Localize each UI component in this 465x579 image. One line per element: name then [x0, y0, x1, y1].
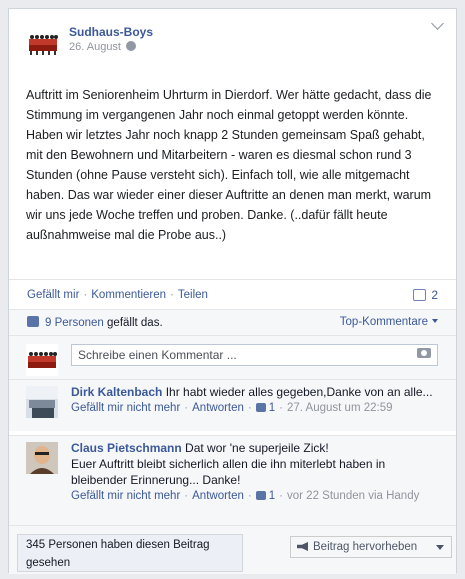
commenter-avatar[interactable] — [26, 442, 58, 474]
post-options-chevron-icon[interactable] — [431, 17, 444, 30]
comment-item: Claus Pietschmann Dat wor 'ne superjeile… — [9, 435, 456, 525]
post-card: Sudhaus-Boys 26. August Auftritt im Seni… — [8, 8, 457, 574]
likes-suffix: gefällt das. — [107, 317, 163, 329]
share-link[interactable]: Teilen — [178, 289, 208, 301]
comment-author-link[interactable]: Dirk Kaltenbach — [71, 385, 162, 399]
megaphone-icon — [297, 542, 308, 551]
post-text: Auftritt im Seniorenheim Uhrturm in Dier… — [26, 88, 435, 242]
comment-compose-row — [9, 335, 456, 379]
comment-time[interactable]: vor 22 Stunden via — [287, 490, 383, 502]
user-avatar — [26, 344, 58, 376]
comment-meta: Gefällt mir nicht mehr · Antworten · 1 · 27. A… — [71, 400, 441, 416]
post-footer: 345 Personen haben diesen Beitrag gesehe… — [9, 525, 456, 574]
comment-text: Ihr habt wieder alles gegeben,Danke von … — [165, 385, 433, 399]
comment-likes[interactable]: 1 — [255, 490, 275, 502]
separator-dot: · — [247, 490, 252, 502]
likes-summary: 9 Personen gefällt das. — [27, 316, 163, 329]
share-count-value: 2 — [431, 288, 438, 302]
separator-dot: · — [184, 490, 189, 502]
comment-via: Handy — [386, 490, 420, 502]
chevron-down-icon — [432, 319, 438, 323]
comment-reply-link[interactable]: Antworten — [192, 402, 244, 414]
comment-unlike-link[interactable]: Gefällt mir nicht mehr — [71, 490, 180, 502]
comment-body: Claus Pietschmann Dat wor 'ne superjeile… — [71, 440, 441, 504]
promote-post-button[interactable]: Beitrag hervorheben — [290, 536, 452, 558]
top-comments-dropdown[interactable]: Top-Kommentare — [340, 316, 438, 328]
separator-dot: · — [184, 402, 189, 414]
comment-input[interactable] — [71, 344, 438, 366]
thumbs-up-icon — [255, 403, 266, 412]
globe-icon — [126, 41, 136, 51]
comment-body: Dirk Kaltenbach Ihr habt wieder alles ge… — [71, 384, 441, 416]
comment-meta: Gefällt mir nicht mehr · Antworten · 1 · vor 2… — [71, 488, 441, 504]
separator-dot: · — [83, 289, 88, 301]
thumbs-up-icon — [255, 491, 266, 500]
comment-author-link[interactable]: Claus Pietschmann — [71, 441, 182, 455]
comment-link[interactable]: Kommentieren — [91, 289, 166, 301]
like-link[interactable]: Gefällt mir — [27, 289, 79, 301]
likes-bar: 9 Personen gefällt das. Top-Kommentare — [9, 309, 456, 335]
comment-reply-link[interactable]: Antworten — [192, 490, 244, 502]
likes-count-link[interactable]: 9 Personen — [45, 317, 104, 329]
camera-icon[interactable] — [417, 348, 431, 358]
chevron-down-icon — [436, 545, 444, 550]
thumbs-up-icon — [27, 316, 39, 327]
post-date: 26. August — [69, 41, 136, 53]
commenter-avatar[interactable] — [26, 386, 58, 418]
comment-item: Dirk Kaltenbach Ihr habt wieder alles ge… — [9, 379, 456, 431]
share-count[interactable]: 2 — [413, 288, 438, 302]
promote-label: Beitrag hervorheben — [313, 541, 418, 553]
comment-unlike-link[interactable]: Gefällt mir nicht mehr — [71, 402, 180, 414]
comment-time[interactable]: 27. August um 22:59 — [287, 402, 393, 414]
separator-dot: · — [279, 490, 283, 502]
post-actions-bar: Gefällt mir · Kommentieren · Teilen 2 — [9, 279, 456, 311]
post-action-links: Gefällt mir · Kommentieren · Teilen — [27, 289, 208, 301]
separator-dot: · — [247, 402, 252, 414]
page-avatar[interactable] — [27, 27, 59, 59]
comment-likes[interactable]: 1 — [255, 402, 275, 414]
separator-dot: · — [279, 402, 283, 414]
post-date-link[interactable]: 26. August — [69, 41, 121, 53]
top-comments-label: Top-Kommentare — [339, 316, 428, 328]
page-name-link[interactable]: Sudhaus-Boys — [69, 25, 153, 39]
share-icon — [413, 289, 427, 301]
seen-count-box: 345 Personen haben diesen Beitrag gesehe… — [17, 534, 243, 572]
separator-dot: · — [170, 289, 174, 301]
